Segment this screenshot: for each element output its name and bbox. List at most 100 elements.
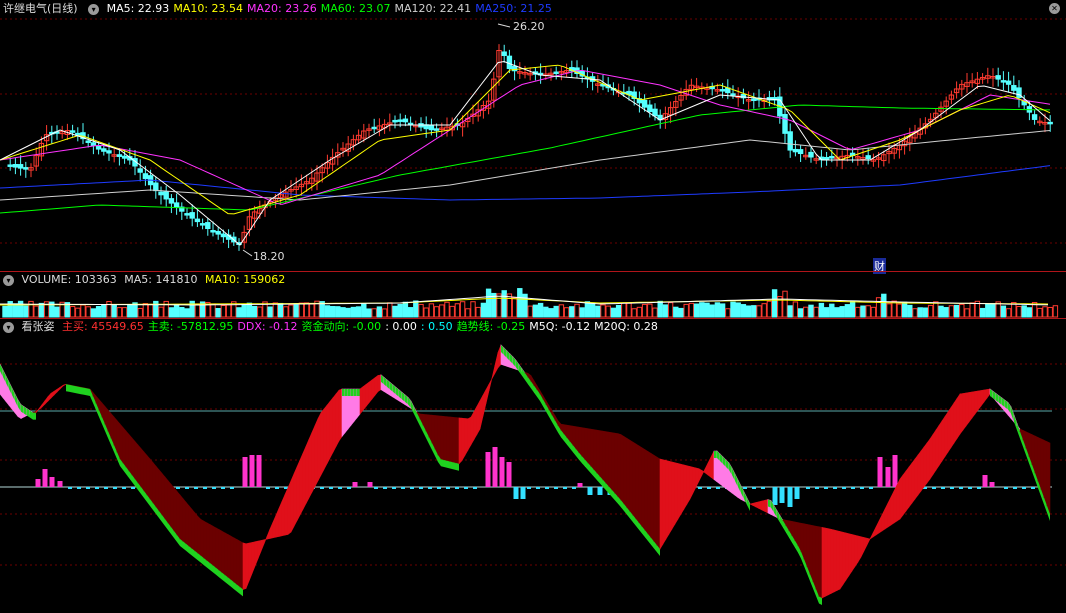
histogram-bar (401, 487, 405, 489)
ribbon-edge-green (342, 389, 345, 396)
ribbon-segment (230, 535, 235, 583)
chevron-down-icon[interactable]: ▾ (3, 321, 14, 333)
ribbon-segment (638, 445, 643, 528)
ribbon-segment (227, 534, 232, 581)
volume-bar (397, 303, 403, 318)
price-pane[interactable]: 许继电气(日线) ▾ MA5: 22.93 MA10: 23.54 MA20: 23… (0, 0, 1066, 274)
volume-bar (168, 307, 175, 318)
chevron-down-icon[interactable]: ▾ (3, 274, 14, 286)
ribbon-segment (878, 514, 883, 534)
ribbon-segment (575, 426, 580, 454)
volume-bar (761, 303, 767, 318)
ribbon-segment (965, 392, 970, 427)
low-pointer (242, 249, 253, 257)
ma-legend-item: MA10: 23.54 (173, 2, 244, 15)
histogram-bar (68, 487, 72, 489)
ribbon-segment (641, 447, 646, 532)
ribbon-segment (608, 431, 613, 491)
volume-bar (782, 290, 788, 318)
ribbon-segment (803, 523, 808, 567)
ribbon-segment (812, 525, 817, 590)
ribbon-segment (923, 442, 928, 488)
volume-bar (875, 297, 882, 318)
price-chart[interactable] (0, 0, 1066, 271)
indicator-pane[interactable]: ▾ 看张姿 主买: 45549.65 主卖: -57812.95 DDX: -0.1… (0, 319, 1066, 613)
ribbon-segment (491, 365, 496, 379)
candle-body (1005, 80, 1012, 85)
ribbon-segment (437, 415, 442, 461)
ribbon-segment (830, 528, 835, 594)
ribbon-segment (839, 531, 844, 590)
close-icon[interactable]: ✕ (1049, 3, 1060, 14)
histogram-bar (824, 487, 828, 489)
ribbon-segment (341, 388, 346, 438)
indicator-legend-item: : 0.00 (385, 320, 417, 333)
ribbon-segment (950, 402, 955, 449)
ribbon-segment (245, 542, 250, 589)
ribbon-edge-green (441, 459, 444, 467)
volume-ma10: MA10: 159062 (204, 273, 286, 286)
indicator-chart[interactable] (0, 319, 1066, 613)
ribbon-segment (611, 432, 616, 495)
histogram-bar (787, 487, 793, 507)
candle-body (553, 71, 559, 75)
volume-bar (797, 308, 804, 318)
ribbon-segment (125, 430, 130, 472)
ribbon-segment (314, 418, 319, 487)
ribbon-segment (656, 456, 661, 550)
ribbon-segment (467, 416, 472, 452)
histogram-bar (833, 487, 837, 489)
volume-bar (402, 301, 409, 318)
ribbon-segment (368, 379, 373, 404)
histogram-bar (95, 487, 99, 489)
ribbon-segment (242, 542, 247, 590)
histogram-bar (587, 487, 593, 495)
ribbon-segment (290, 473, 295, 533)
volume-bar (891, 300, 897, 318)
ribbon-segment (956, 393, 961, 440)
volume-bar (501, 290, 507, 318)
ribbon-segment (233, 537, 238, 586)
ribbon-segment (272, 515, 277, 539)
histogram-bar (989, 482, 995, 487)
volume-bar (917, 307, 923, 318)
ribbon-segment (644, 449, 649, 535)
ribbon-segment (710, 450, 715, 481)
ribbon-segment (455, 417, 460, 465)
volume-bar (569, 306, 575, 318)
candle-body (1047, 121, 1053, 125)
ribbon-segment (581, 427, 586, 461)
ribbon-segment (662, 459, 667, 546)
histogram-bar (383, 487, 387, 489)
volume-bar (844, 304, 851, 318)
volume-bar (527, 305, 533, 318)
volume-bar (111, 304, 117, 318)
candle-body (215, 230, 221, 235)
candle-body (1011, 85, 1017, 91)
volume-bar (137, 307, 143, 318)
volume-bar (439, 304, 445, 318)
volume-pane[interactable]: ▾ VOLUME: 103363 MA5: 141810 MA10: 15906… (0, 272, 1066, 318)
volume-bar (751, 305, 757, 318)
indicator-legend-item: M20Q: 0.28 (594, 320, 658, 333)
candle-body (95, 146, 102, 150)
ribbon-edge-green (357, 389, 360, 396)
ribbon-segment (449, 416, 454, 463)
histogram-bar (410, 487, 414, 489)
ribbon-segment (131, 437, 136, 480)
ribbon-segment (374, 374, 379, 397)
chevron-down-icon[interactable]: ▾ (88, 3, 100, 15)
ribbon-segment (896, 478, 901, 522)
ribbon-segment (458, 417, 463, 465)
volume-bar (413, 300, 419, 318)
ribbon-segment (899, 474, 904, 520)
histogram-bar (941, 487, 945, 489)
ribbon-segment (929, 433, 934, 480)
ribbon-segment (158, 468, 163, 516)
ribbon-segment (962, 392, 967, 431)
ribbon-segment (212, 525, 217, 569)
volume-bar (537, 302, 544, 318)
ribbon-segment (974, 390, 979, 415)
candle-body (168, 198, 175, 204)
volume-bar (948, 305, 955, 318)
